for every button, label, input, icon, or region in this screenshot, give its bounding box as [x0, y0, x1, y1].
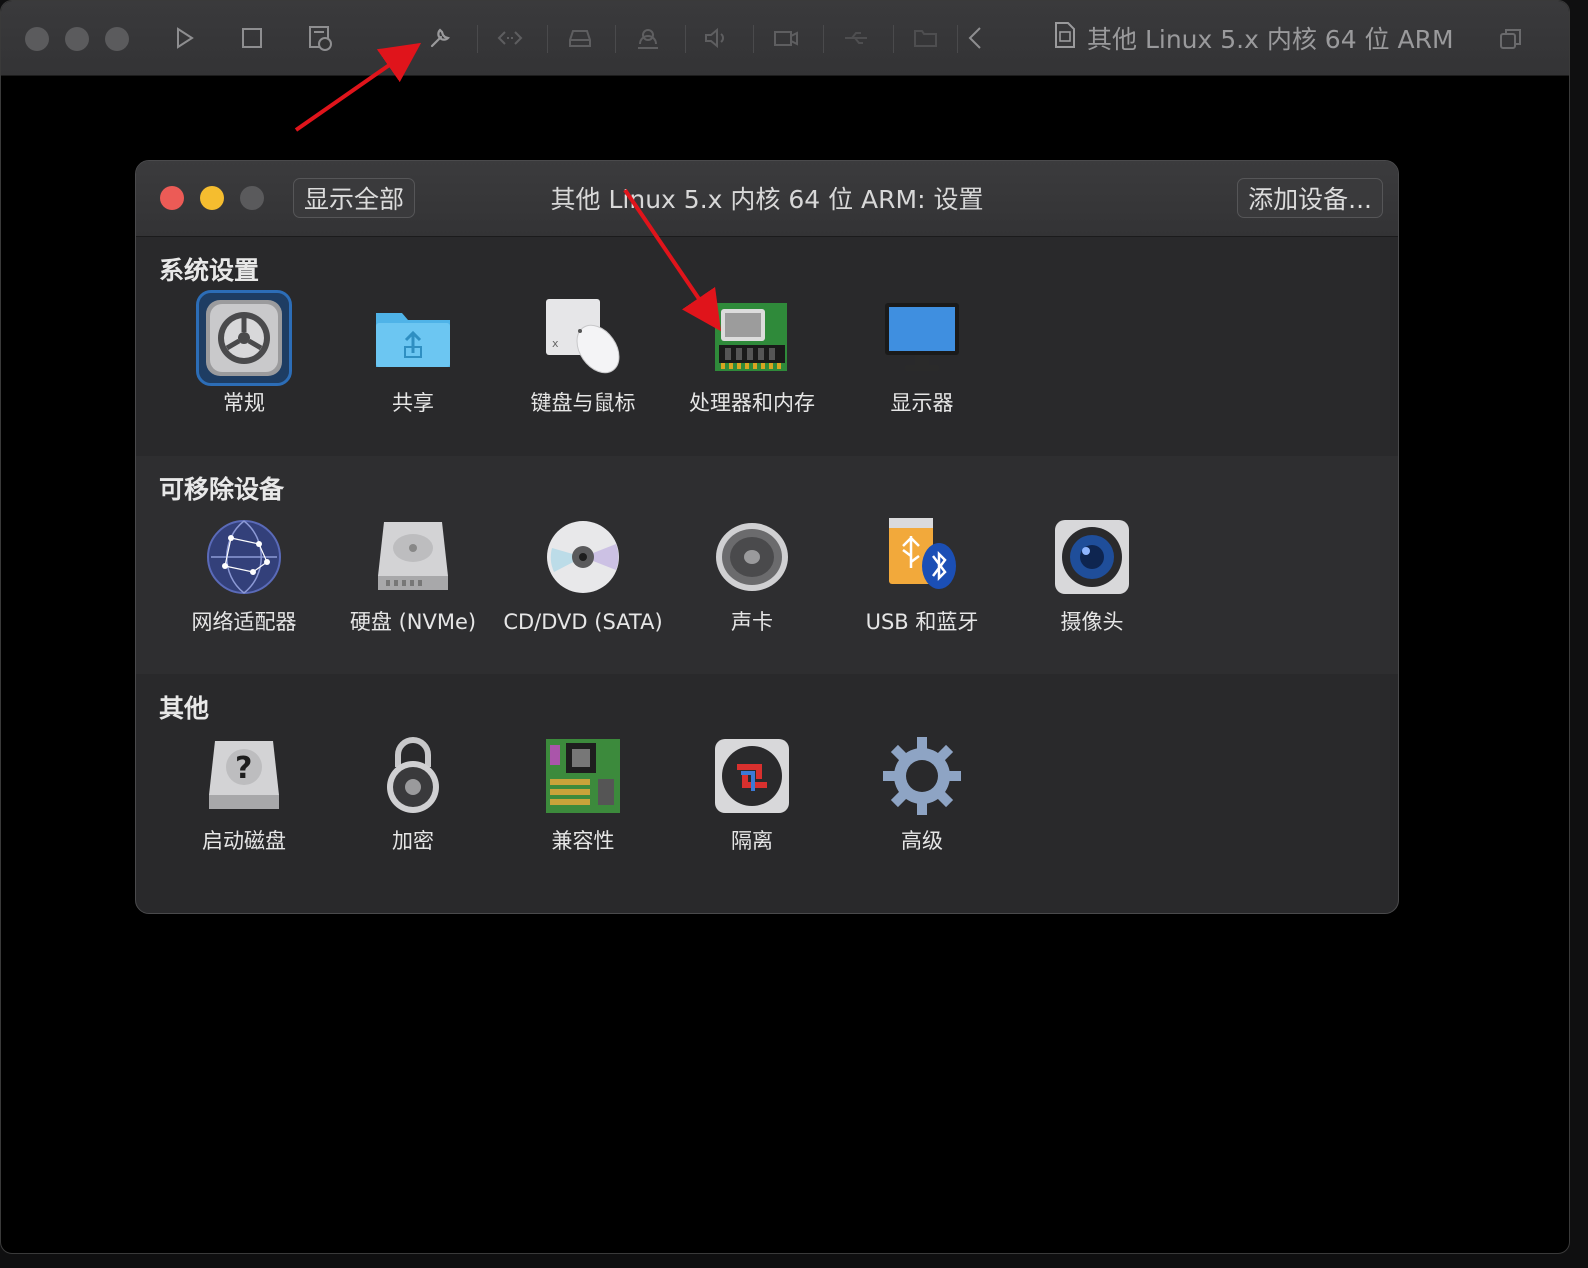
camera-lens-icon	[1047, 512, 1137, 602]
settings-item-cpu-memory[interactable]: 处理器和内存	[667, 293, 837, 417]
item-label: USB 和蓝牙	[865, 610, 979, 634]
device-item-hard-disk[interactable]: 硬盘 (NVMe)	[328, 512, 498, 636]
startup-disk-icon: ?	[199, 731, 289, 821]
section-other: 其他 ? 启动磁盘 加密 兼容性 隔离 高级	[136, 675, 1398, 893]
item-label: 摄像头	[1060, 610, 1124, 634]
speaker-icon	[707, 512, 797, 602]
isolation-icon	[707, 731, 797, 821]
settings-item-keyboard-mouse[interactable]: x 键盘与鼠标	[498, 293, 668, 417]
wrench-icon[interactable]	[425, 23, 455, 53]
add-device-button[interactable]: 添加设备...	[1237, 178, 1383, 218]
usb-bluetooth-icon	[877, 512, 967, 602]
item-label: 键盘与鼠标	[530, 391, 636, 415]
vm-title-text: 其他 Linux 5.x 内核 64 位 ARM	[1087, 25, 1454, 54]
settings-dialog: 显示全部 其他 Linux 5.x 内核 64 位 ARM: 设置 添加设备..…	[135, 160, 1399, 914]
restore-window-icon[interactable]	[1497, 25, 1525, 53]
section-title: 系统设置	[159, 256, 260, 285]
device-item-network[interactable]: 网络适配器	[159, 512, 329, 636]
item-label: 网络适配器	[191, 610, 297, 634]
section-removable-devices: 可移除设备 网络适配器 硬盘 (NVMe) CD/DVD (SATA) 声卡 U…	[136, 456, 1398, 674]
memory-chip-icon	[707, 293, 797, 383]
hard-disk-icon	[368, 512, 458, 602]
keyboard-mouse-icon: x	[538, 293, 628, 383]
device-item-usb-bluetooth[interactable]: USB 和蓝牙	[837, 512, 1007, 636]
section-system-settings: 系统设置 常规 共享 x 键盘与鼠标 处理器和内存 显示器	[136, 237, 1398, 455]
item-label: 兼容性	[551, 829, 615, 853]
share-folder-icon[interactable]	[911, 23, 941, 53]
settings-item-general[interactable]: 常规	[159, 290, 329, 417]
other-item-encryption[interactable]: 加密	[328, 731, 498, 855]
device-item-sound[interactable]: 声卡	[667, 512, 837, 636]
item-label: 高级	[901, 829, 943, 853]
vm-zoom-button[interactable]	[105, 27, 129, 51]
item-label: 硬盘 (NVMe)	[349, 610, 477, 634]
settings-item-sharing[interactable]: 共享	[328, 293, 498, 417]
svg-text:?: ?	[235, 751, 252, 786]
cd-dvd-icon	[538, 512, 628, 602]
usb-icon[interactable]	[841, 23, 871, 53]
item-label: 声卡	[731, 610, 773, 634]
item-label: 隔离	[731, 829, 773, 853]
device-item-cd-dvd[interactable]: CD/DVD (SATA)	[498, 512, 668, 636]
motherboard-icon	[538, 731, 628, 821]
disk-icon[interactable]	[565, 23, 595, 53]
device-item-camera[interactable]: 摄像头	[1007, 512, 1177, 636]
vm-minimize-button[interactable]	[65, 27, 89, 51]
snapshot-icon[interactable]	[305, 23, 335, 53]
gear-icon	[196, 290, 292, 386]
vm-window-title: 其他 Linux 5.x 内核 64 位 ARM	[1053, 19, 1454, 57]
advanced-gear-icon	[877, 731, 967, 821]
dialog-titlebar: 显示全部 其他 Linux 5.x 内核 64 位 ARM: 设置 添加设备..…	[136, 161, 1398, 237]
monitor-icon	[877, 293, 967, 383]
volume-icon[interactable]	[701, 23, 731, 53]
item-label: 加密	[392, 829, 434, 853]
chevron-left-icon[interactable]	[961, 23, 991, 53]
item-label: 处理器和内存	[689, 391, 815, 415]
camera-icon[interactable]	[771, 23, 801, 53]
network-globe-icon	[199, 512, 289, 602]
other-item-isolation[interactable]: 隔离	[667, 731, 837, 855]
item-label: CD/DVD (SATA)	[503, 610, 663, 634]
other-item-startup-disk[interactable]: ? 启动磁盘	[159, 731, 329, 855]
shared-folder-icon	[368, 293, 458, 383]
other-item-compatibility[interactable]: 兼容性	[498, 731, 668, 855]
user-icon[interactable]	[633, 23, 663, 53]
section-title: 可移除设备	[159, 475, 285, 504]
settings-item-display[interactable]: 显示器	[837, 293, 1007, 417]
vm-close-button[interactable]	[25, 27, 49, 51]
other-item-advanced[interactable]: 高级	[837, 731, 1007, 855]
svg-text:x: x	[552, 337, 559, 350]
code-icon[interactable]	[495, 23, 525, 53]
lock-icon	[368, 731, 458, 821]
vm-document-icon	[1053, 21, 1077, 55]
item-label: 共享	[392, 391, 434, 415]
stop-icon[interactable]	[237, 23, 267, 53]
item-label: 启动磁盘	[202, 829, 286, 853]
item-label: 常规	[223, 391, 265, 415]
play-icon[interactable]	[169, 23, 199, 53]
vm-toolbar: 其他 Linux 5.x 内核 64 位 ARM	[1, 1, 1569, 76]
item-label: 显示器	[890, 391, 954, 415]
section-title: 其他	[159, 694, 210, 723]
dialog-title: 其他 Linux 5.x 内核 64 位 ARM: 设置	[550, 185, 984, 214]
